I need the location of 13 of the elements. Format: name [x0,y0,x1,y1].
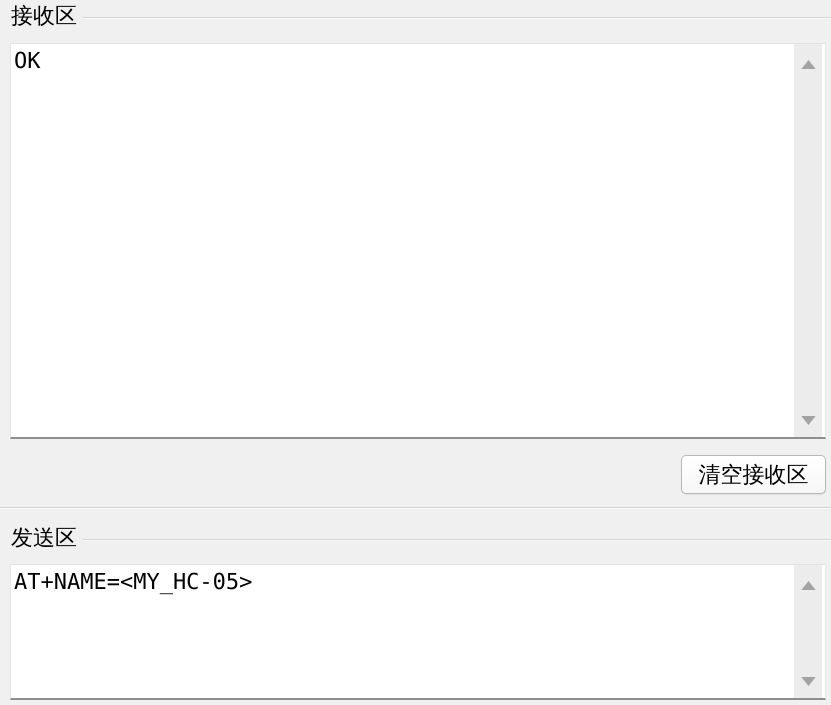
clear-receive-button[interactable]: 清空接收区 [681,455,826,494]
send-text-area[interactable]: AT+NAME=<MY_HC-05> [10,564,826,700]
received-text: OK [13,48,40,76]
receive-text-area[interactable]: OK [10,43,826,439]
scrollbar[interactable] [794,44,822,437]
scroll-up-icon[interactable] [800,60,816,69]
scrollbar[interactable] [794,565,822,698]
send-text: AT+NAME=<MY_HC-05> [13,569,252,597]
send-area-title: 发送区 [11,525,78,553]
scroll-down-icon[interactable] [800,416,816,425]
scroll-down-icon[interactable] [800,677,816,686]
scroll-up-icon[interactable] [800,581,816,590]
receive-area-title: 接收区 [11,3,78,31]
